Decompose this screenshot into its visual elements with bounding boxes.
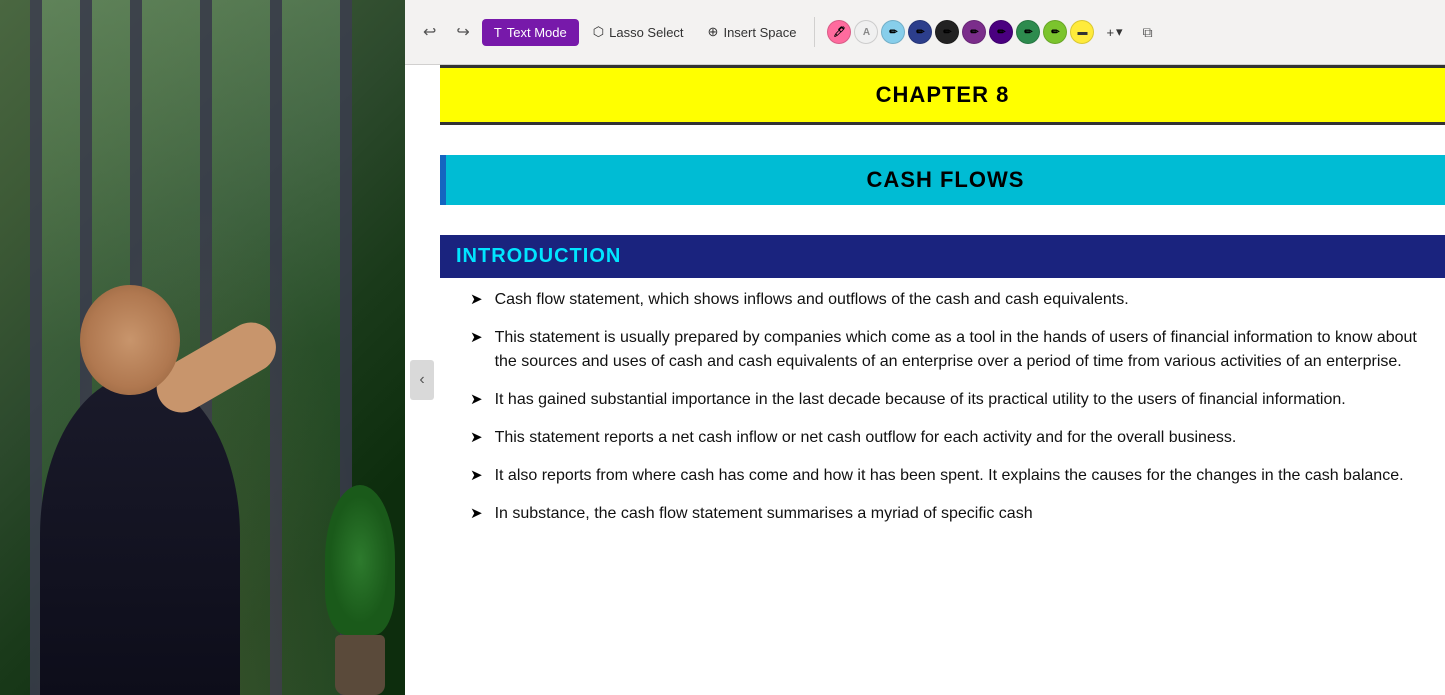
- copy-button[interactable]: ⧉: [1135, 18, 1161, 47]
- bullet-text-5: In substance, the cash flow statement su…: [495, 502, 1425, 526]
- bullet-arrow-4: ➤: [470, 465, 483, 488]
- bullet-item-1: ➤ This statement is usually prepared by …: [470, 326, 1425, 374]
- text-icon: T: [494, 25, 502, 40]
- color-dark-blue-pen[interactable]: ✏: [908, 20, 932, 44]
- text-mode-label: Text Mode: [507, 25, 567, 40]
- content-inner: CHAPTER 8 CASH FLOWS INTRODUCTION ➤ Cash…: [440, 65, 1445, 550]
- bullet-text-4: It also reports from where cash has come…: [495, 464, 1425, 488]
- bullet-item-5: ➤ In substance, the cash flow statement …: [470, 502, 1425, 526]
- lasso-select-label: Lasso Select: [609, 25, 683, 40]
- bullet-arrow-2: ➤: [470, 389, 483, 412]
- color-purple[interactable]: ✏: [962, 20, 986, 44]
- toolbar: ↩ ↪ T Text Mode ⬡ Lasso Select ⊕ Insert …: [405, 0, 1445, 65]
- content-area[interactable]: ‹ CHAPTER 8 CASH FLOWS INTRODUCTION ➤ Ca…: [405, 65, 1445, 695]
- color-black[interactable]: ✏: [935, 20, 959, 44]
- insert-space-button[interactable]: ⊕ Insert Space: [698, 18, 807, 46]
- color-green[interactable]: ✏: [1016, 20, 1040, 44]
- color-lime-green[interactable]: ✏: [1043, 20, 1067, 44]
- insert-space-label: Insert Space: [723, 25, 796, 40]
- add-icon: +: [1106, 25, 1114, 40]
- bullet-text-1: This statement is usually prepared by co…: [495, 326, 1425, 374]
- intro-title: INTRODUCTION: [456, 245, 621, 267]
- bullet-arrow-3: ➤: [470, 427, 483, 450]
- spacer-1: [440, 125, 1445, 155]
- color-dark-purple[interactable]: ✏: [989, 20, 1013, 44]
- color-white-pen[interactable]: A: [854, 20, 878, 44]
- toolbar-divider: [814, 17, 815, 47]
- bullet-text-3: This statement reports a net cash inflow…: [495, 426, 1425, 450]
- chapter-title: CHAPTER 8: [876, 82, 1010, 107]
- bullet-text-0: Cash flow statement, which shows inflows…: [495, 288, 1425, 312]
- lasso-icon: ⬡: [593, 24, 604, 40]
- color-pink[interactable]: 🖊: [827, 20, 851, 44]
- add-color-button[interactable]: + ▾: [1098, 20, 1130, 44]
- undo-button[interactable]: ↩: [415, 16, 444, 48]
- color-light-blue[interactable]: ✏: [881, 20, 905, 44]
- intro-banner: INTRODUCTION: [440, 235, 1445, 278]
- spacer-2: [440, 205, 1445, 235]
- lasso-select-button[interactable]: ⬡ Lasso Select: [583, 18, 694, 46]
- bullet-item-0: ➤ Cash flow statement, which shows inflo…: [470, 288, 1425, 312]
- bullet-item-2: ➤ It has gained substantial importance i…: [470, 388, 1425, 412]
- bullet-arrow-0: ➤: [470, 289, 483, 312]
- chapter-banner: CHAPTER 8: [440, 65, 1445, 125]
- video-feed: [0, 0, 405, 695]
- cash-flows-title: CASH FLOWS: [867, 167, 1025, 192]
- cash-flows-banner: CASH FLOWS: [440, 155, 1445, 205]
- text-mode-button[interactable]: T Text Mode: [482, 19, 579, 46]
- bullet-item-4: ➤ It also reports from where cash has co…: [470, 464, 1425, 488]
- nav-back-button[interactable]: ‹: [410, 360, 434, 400]
- color-swatches: 🖊 A ✏ ✏ ✏ ✏ ✏ ✏ ✏ ▬: [827, 20, 1094, 44]
- bullet-text-2: It has gained substantial importance in …: [495, 388, 1425, 412]
- color-yellow[interactable]: ▬: [1070, 20, 1094, 44]
- dropdown-icon: ▾: [1116, 24, 1123, 40]
- bullet-arrow-1: ➤: [470, 327, 483, 350]
- bullet-arrow-5: ➤: [470, 503, 483, 526]
- bullet-item-3: ➤ This statement reports a net cash infl…: [470, 426, 1425, 450]
- insert-space-icon: ⊕: [708, 24, 719, 40]
- bullets-container: ➤ Cash flow statement, which shows inflo…: [440, 278, 1445, 550]
- onenote-panel: ↩ ↪ T Text Mode ⬡ Lasso Select ⊕ Insert …: [405, 0, 1445, 695]
- redo-button[interactable]: ↪: [448, 16, 477, 48]
